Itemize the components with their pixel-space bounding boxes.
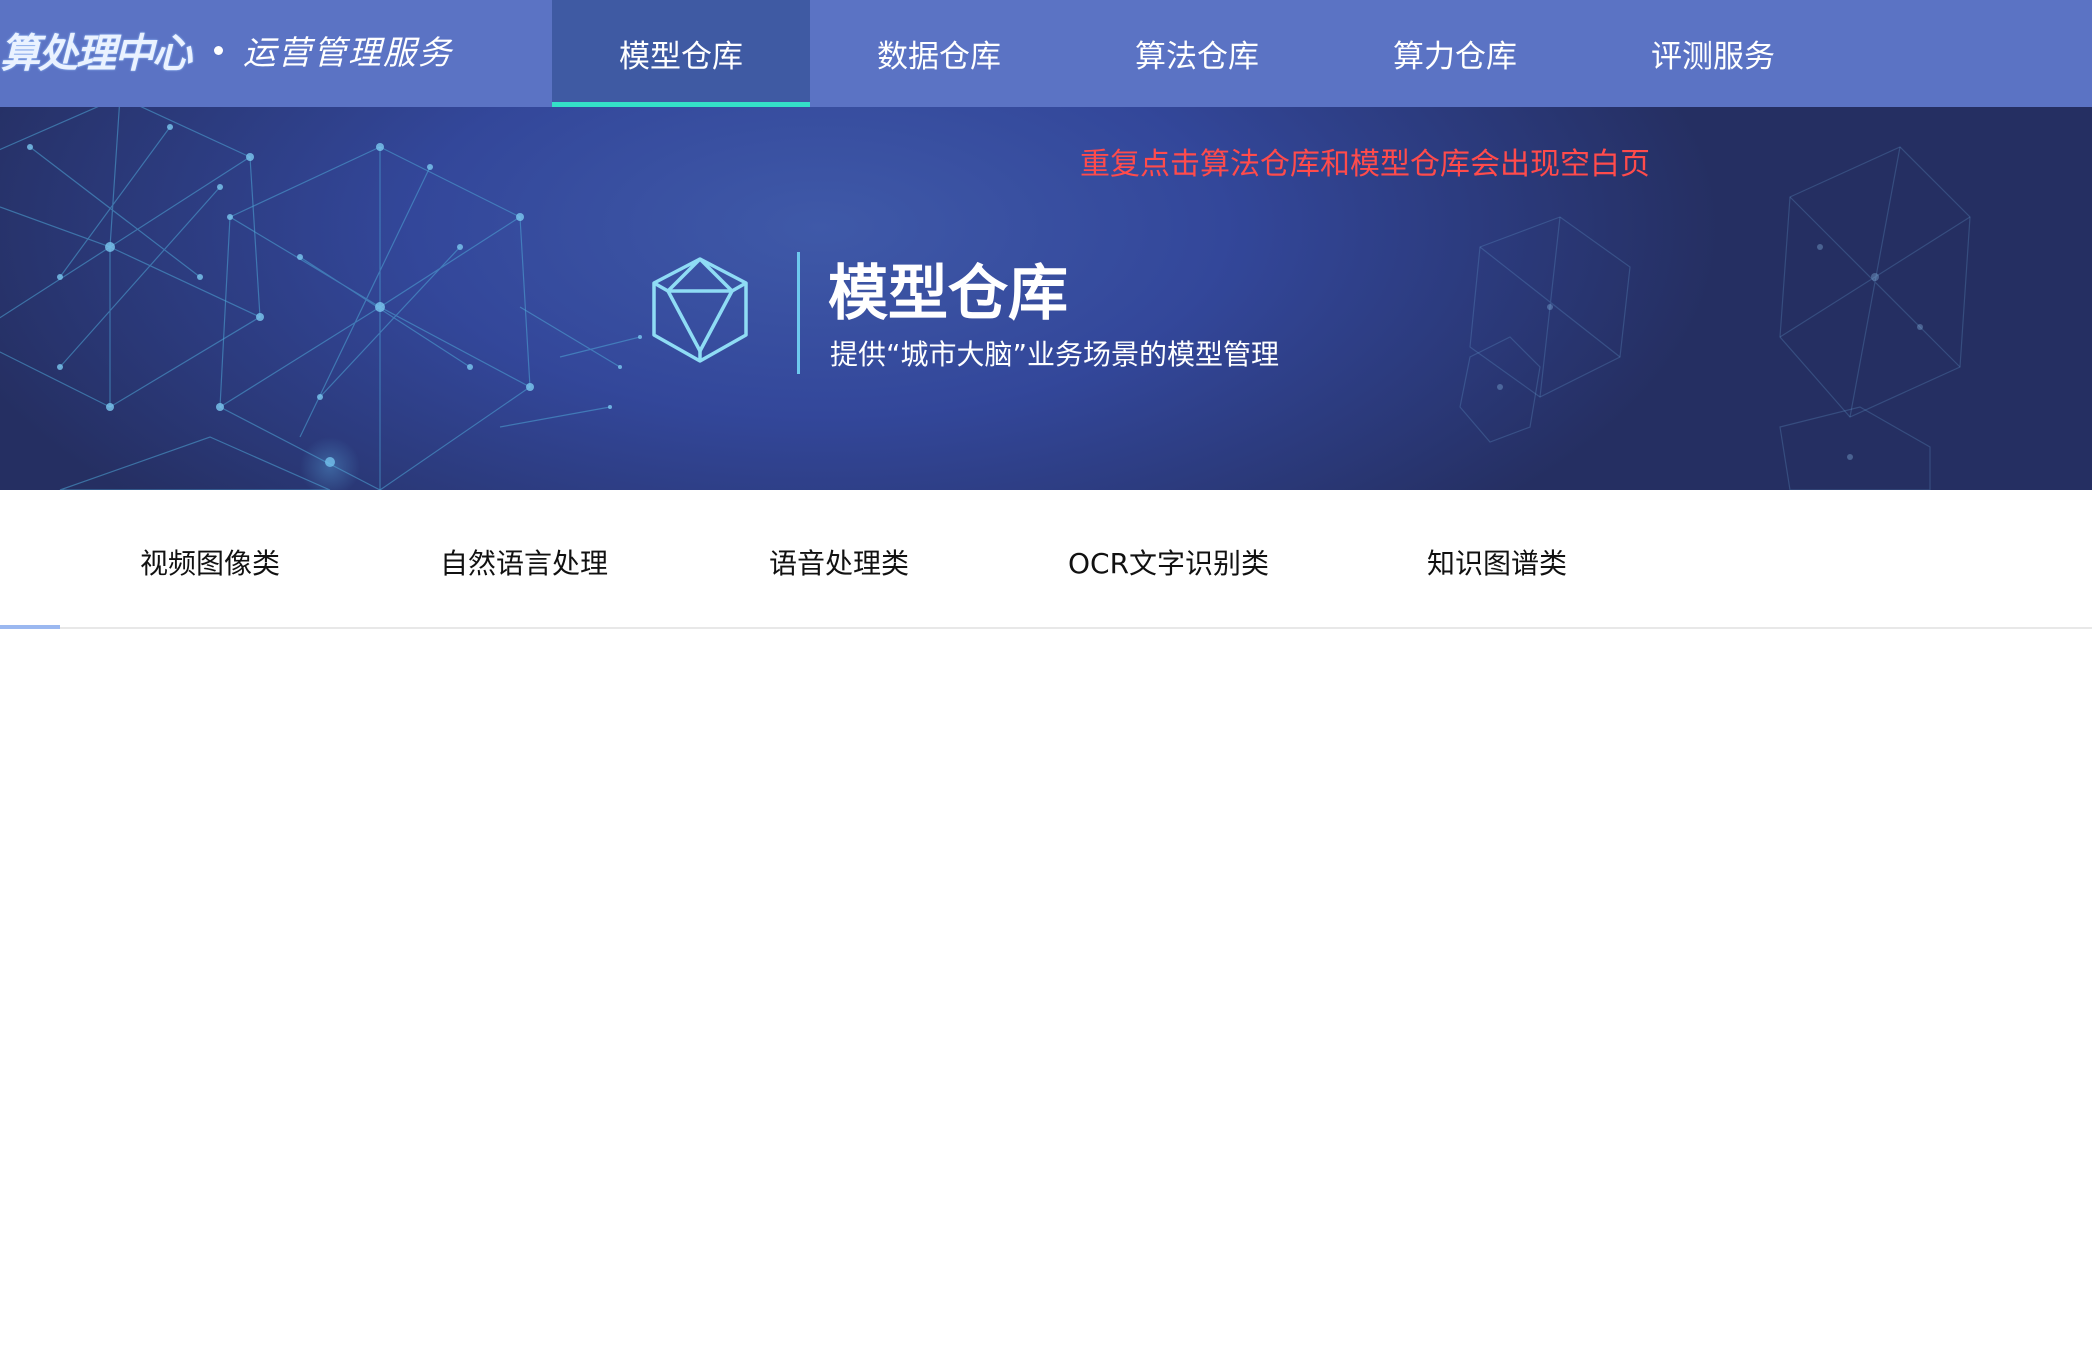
nav-compute-warehouse[interactable]: 算力仓库 xyxy=(1326,0,1584,107)
category-tabs: 视频图像类 自然语言处理 语音处理类 OCR文字识别类 知识图谱类 xyxy=(0,490,2092,629)
site-logo[interactable]: 算处理中心 运营管理服务 xyxy=(0,0,453,100)
nav-data-warehouse[interactable]: 数据仓库 xyxy=(810,0,1068,107)
nav-model-warehouse[interactable]: 模型仓库 xyxy=(552,0,810,107)
hero-banner: 重复点击算法仓库和模型仓库会出现空白页 模型仓库 提供“城市大脑”业务场景的模型… xyxy=(0,107,2092,490)
warning-notice: 重复点击算法仓库和模型仓库会出现空白页 xyxy=(1080,147,1650,182)
top-navbar: 算处理中心 运营管理服务 模型仓库 数据仓库 算法仓库 算力仓库 评测服务 xyxy=(0,0,2092,107)
page-title: 模型仓库 xyxy=(828,259,1068,329)
tab-knowledge-graph[interactable]: 知识图谱类 xyxy=(1427,542,1567,582)
content-area xyxy=(0,631,2092,1352)
tab-speech[interactable]: 语音处理类 xyxy=(769,542,909,582)
tab-active-indicator xyxy=(0,625,60,629)
hero-divider xyxy=(797,252,800,374)
tab-nlp[interactable]: 自然语言处理 xyxy=(440,542,608,582)
tab-video-image[interactable]: 视频图像类 xyxy=(140,542,280,582)
cube-icon xyxy=(652,257,748,363)
logo-separator-dot xyxy=(214,45,223,55)
logo-title: 算处理中心 xyxy=(0,30,192,77)
page-subtitle: 提供“城市大脑”业务场景的模型管理 xyxy=(830,338,1280,371)
nav-evaluation-service[interactable]: 评测服务 xyxy=(1584,0,1842,107)
main-nav: 模型仓库 数据仓库 算法仓库 算力仓库 评测服务 xyxy=(552,0,1842,107)
nav-algorithm-warehouse[interactable]: 算法仓库 xyxy=(1068,0,1326,107)
tab-ocr[interactable]: OCR文字识别类 xyxy=(1068,542,1269,582)
logo-subtitle: 运营管理服务 xyxy=(243,33,453,72)
